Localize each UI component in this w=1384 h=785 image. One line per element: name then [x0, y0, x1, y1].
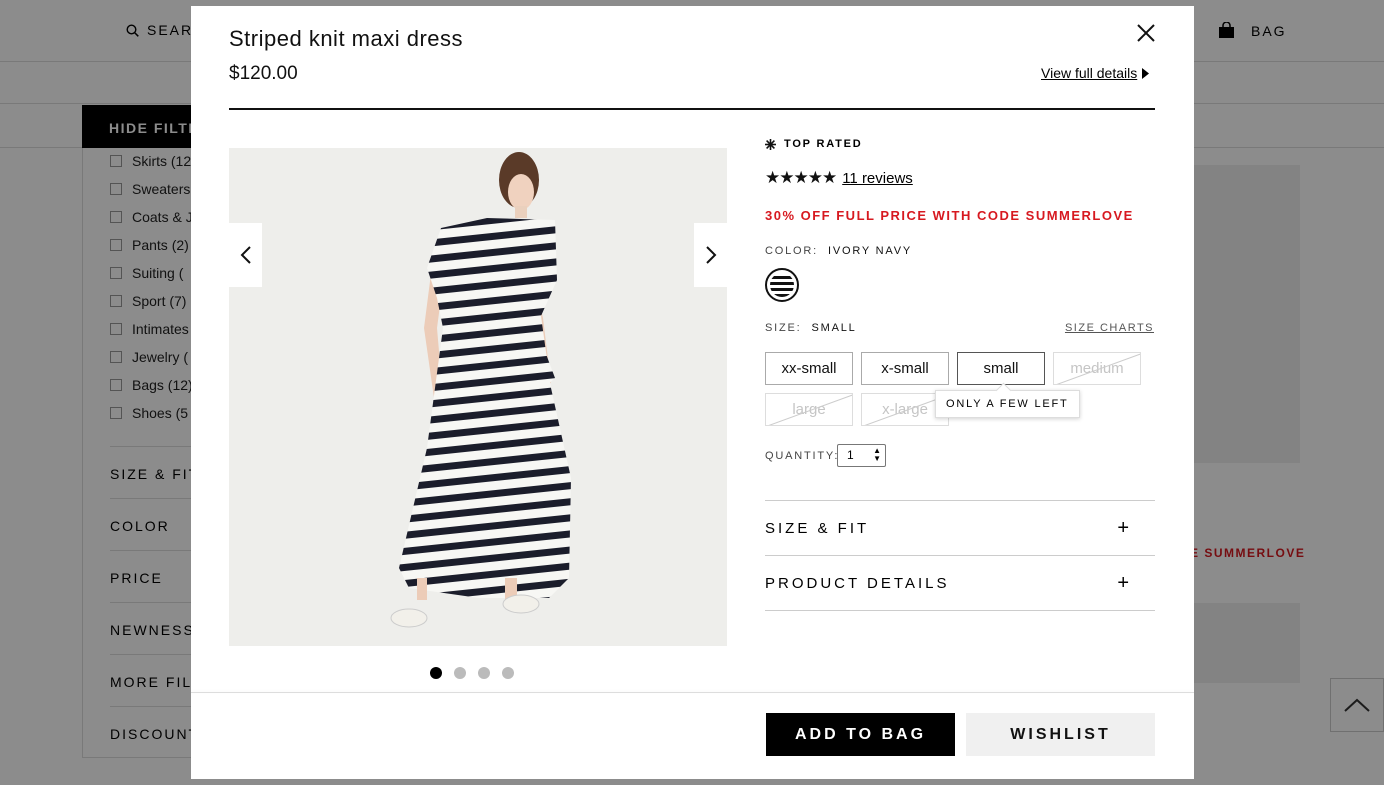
select-arrows-icon: ▲ ▼ — [873, 446, 881, 463]
plus-icon: + — [1117, 571, 1129, 594]
divider — [765, 610, 1155, 611]
gallery-dot[interactable] — [454, 667, 466, 679]
size-charts-link[interactable]: SIZE CHARTS — [1065, 322, 1154, 334]
close-button[interactable] — [1136, 23, 1156, 43]
gallery-next-button[interactable] — [694, 223, 727, 287]
accordion-size-fit[interactable]: SIZE & FIT + — [765, 500, 1155, 555]
wishlist-button[interactable]: WISHLIST — [966, 713, 1155, 756]
size-option-large[interactable]: large — [765, 393, 853, 426]
add-to-bag-button[interactable]: ADD TO BAG — [766, 713, 955, 756]
accordion-label: SIZE & FIT — [765, 519, 870, 537]
color-swatch-ivory-navy[interactable] — [765, 268, 799, 302]
header-divider — [229, 108, 1155, 110]
chevron-right-icon — [705, 246, 716, 264]
gallery-dot[interactable] — [478, 667, 490, 679]
caret-right-icon — [1142, 67, 1150, 79]
footer-divider — [191, 692, 1194, 693]
reviews-link[interactable]: 11 reviews — [842, 170, 913, 187]
promo-message: 30% OFF FULL PRICE WITH CODE SUMMERLOVE — [765, 208, 1134, 223]
product-title: Striped knit maxi dress — [229, 26, 464, 51]
product-image — [229, 148, 727, 646]
size-label: SIZE: — [765, 322, 802, 334]
top-rated-badge: TOP RATED — [765, 138, 863, 150]
size-option-xx-small[interactable]: xx-small — [765, 352, 853, 385]
chevron-left-icon — [240, 246, 251, 264]
color-label-row: COLOR: IVORY NAVY — [765, 245, 912, 257]
product-price: $120.00 — [229, 63, 298, 84]
top-rated-label: TOP RATED — [784, 138, 863, 150]
color-value: IVORY NAVY — [827, 245, 913, 257]
low-stock-tooltip: ONLY A FEW LEFT — [935, 390, 1080, 418]
quantity-label: QUANTITY: — [765, 450, 840, 462]
close-icon — [1137, 24, 1155, 42]
size-option-small[interactable]: small — [957, 352, 1045, 385]
size-value: SMALL — [811, 322, 857, 334]
size-option-medium[interactable]: medium — [1053, 352, 1141, 385]
accordion-label: PRODUCT DETAILS — [765, 574, 950, 592]
view-full-details-label: View full details — [1041, 65, 1138, 81]
view-full-details-link[interactable]: View full details — [1041, 65, 1150, 81]
quantity-value: 1 — [847, 448, 854, 462]
size-option-x-small[interactable]: x-small — [861, 352, 949, 385]
stripe-swatch-icon — [770, 273, 794, 297]
star-rating: ★★★★★ — [765, 168, 837, 187]
gallery-dot[interactable] — [502, 667, 514, 679]
gallery-prev-button[interactable] — [229, 223, 262, 287]
quantity-select[interactable]: 1 ▲ ▼ — [837, 444, 886, 467]
quick-view-modal: Striped knit maxi dress $120.00 View ful… — [191, 6, 1194, 779]
sparkle-icon — [765, 138, 776, 150]
gallery-dot[interactable] — [430, 667, 442, 679]
rating-row: ★★★★★ 11 reviews — [765, 168, 913, 188]
gallery-pagination — [430, 667, 514, 679]
accordion-product-details[interactable]: PRODUCT DETAILS + — [765, 555, 1155, 610]
plus-icon: + — [1117, 516, 1129, 539]
color-label: COLOR: — [765, 245, 818, 257]
product-image-gallery[interactable] — [229, 148, 727, 646]
